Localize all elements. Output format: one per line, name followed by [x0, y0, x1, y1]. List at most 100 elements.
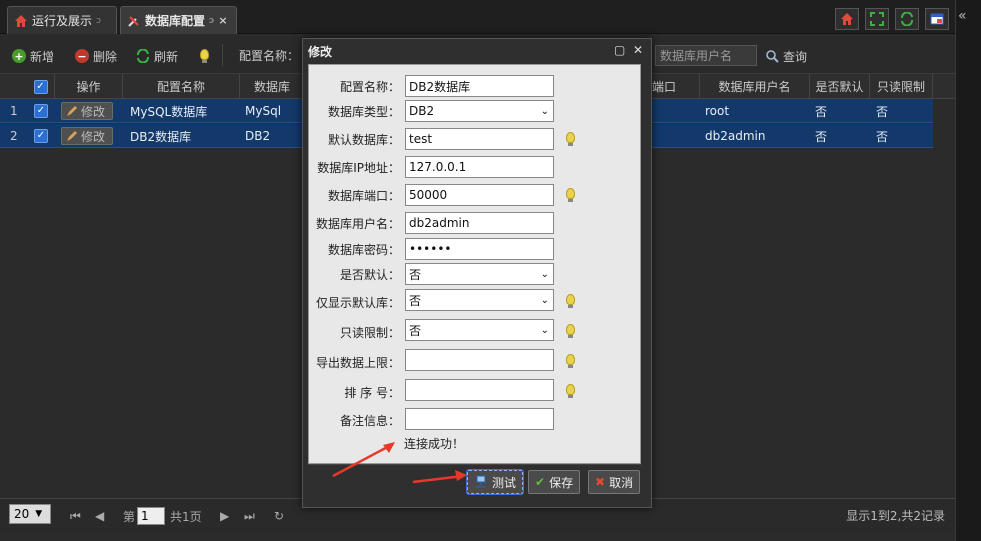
- row-checkbox[interactable]: ✓: [34, 104, 48, 118]
- edit-button[interactable]: 修改: [61, 102, 113, 120]
- default-db-input[interactable]: test: [405, 128, 554, 150]
- close-icon[interactable]: ✕: [633, 43, 643, 57]
- field-label: 排 序 号：: [344, 385, 400, 400]
- home-icon: [15, 14, 27, 27]
- maximize-icon[interactable]: ▢: [614, 43, 625, 57]
- db-user-input[interactable]: db2admin: [405, 212, 554, 234]
- cell-config-name: MySQL数据库: [130, 104, 208, 119]
- show-default-only-select[interactable]: 否 ⌄: [405, 289, 554, 311]
- refresh-label: 刷新: [154, 49, 179, 64]
- lightbulb-icon[interactable]: [566, 294, 575, 308]
- field-label: 数据库IP地址：: [317, 160, 400, 175]
- cross-icon: ✖: [595, 475, 606, 489]
- refresh-list-button[interactable]: 刷新: [136, 46, 178, 66]
- field-label: 备注信息：: [339, 413, 400, 428]
- db-password-input[interactable]: ••••••: [405, 238, 554, 260]
- delete-button[interactable]: − 删除: [75, 46, 117, 66]
- row-checkbox[interactable]: ✓: [34, 129, 48, 143]
- config-name-input[interactable]: DB2数据库: [405, 75, 554, 97]
- show-default-only-value: 否: [409, 293, 422, 308]
- row-number: 2: [10, 129, 18, 143]
- header-readonly[interactable]: 只读限制: [870, 74, 933, 99]
- lightbulb-icon[interactable]: [566, 132, 575, 146]
- edit-label: 修改: [81, 104, 106, 119]
- edit-button[interactable]: 修改: [61, 127, 113, 145]
- fullscreen-button[interactable]: [865, 8, 889, 30]
- page-number-input[interactable]: 1: [137, 507, 166, 525]
- cancel-button[interactable]: ✖ 取消: [588, 470, 641, 494]
- header-port[interactable]: 端口: [650, 74, 700, 99]
- is-default-select[interactable]: 否 ⌄: [405, 263, 554, 285]
- records-summary: 显示1到2,共2记录: [846, 509, 945, 523]
- reload-icon[interactable]: ↻: [274, 506, 284, 526]
- pin-icon[interactable]: ↄ: [96, 16, 101, 26]
- dialog-title[interactable]: 修改: [302, 38, 652, 64]
- query-button[interactable]: 查询: [766, 46, 807, 66]
- tab-db-config[interactable]: 数据库配置 ↄ ×: [120, 6, 237, 34]
- select-all-cell[interactable]: ✓: [27, 74, 55, 99]
- field-label: 只读限制：: [339, 325, 400, 340]
- cell-db-user: db2admin: [705, 129, 766, 143]
- add-button[interactable]: + 新增: [12, 46, 54, 66]
- cell-is-default: 否: [815, 129, 828, 144]
- close-icon[interactable]: ×: [218, 14, 227, 27]
- lightbulb-icon[interactable]: [566, 324, 575, 338]
- header-config-name[interactable]: 配置名称: [123, 74, 240, 99]
- test-label: 测试: [492, 475, 517, 490]
- cell-db-type: MySql: [245, 104, 282, 118]
- delete-label: 删除: [93, 49, 118, 64]
- first-page-icon[interactable]: ⏮: [70, 506, 81, 526]
- network-icon: [476, 475, 486, 488]
- page-total: 共1页: [170, 509, 202, 524]
- tab-run-display[interactable]: 运行及展示 ↄ: [7, 6, 117, 34]
- db-type-select[interactable]: DB2 ⌄: [405, 100, 554, 122]
- remarks-input[interactable]: [405, 408, 554, 430]
- db-user-search-input[interactable]: 数据库用户名: [655, 45, 757, 66]
- next-page-icon[interactable]: ▶: [220, 506, 229, 526]
- row-checkbox-cell[interactable]: ✓: [34, 124, 48, 148]
- chevron-down-icon: ⌄: [540, 105, 549, 117]
- prev-page-icon[interactable]: ◀: [95, 506, 104, 526]
- db-port-input[interactable]: 50000: [405, 184, 554, 206]
- export-limit-input[interactable]: [405, 349, 554, 371]
- test-button[interactable]: 测试: [465, 469, 525, 495]
- header-db-user[interactable]: 数据库用户名: [700, 74, 810, 99]
- field-label: 是否默认：: [339, 267, 400, 282]
- sort-order-input[interactable]: [405, 379, 554, 401]
- select-all-checkbox[interactable]: ✓: [33, 79, 48, 94]
- tools-icon: [128, 15, 139, 27]
- field-label: 数据库用户名：: [315, 216, 400, 231]
- hint-button[interactable]: [200, 46, 209, 66]
- save-button[interactable]: ✔ 保存: [528, 470, 581, 494]
- row-checkbox-cell[interactable]: ✓: [34, 99, 48, 123]
- page-size-select[interactable]: 20 ▼: [9, 504, 51, 524]
- side-strip: [955, 0, 981, 541]
- lightbulb-icon[interactable]: [566, 188, 575, 202]
- tab-label: 运行及展示: [32, 14, 93, 28]
- lightbulb-icon[interactable]: [566, 354, 575, 368]
- window-button[interactable]: [925, 8, 949, 30]
- field-label: 配置名称：: [339, 79, 400, 94]
- cell-readonly: 否: [876, 104, 889, 119]
- minus-icon: −: [75, 49, 89, 63]
- add-label: 新增: [30, 49, 55, 64]
- cell-db-user: root: [705, 104, 730, 118]
- is-default-value: 否: [409, 267, 422, 282]
- last-page-icon[interactable]: ⏭: [244, 506, 255, 526]
- db-ip-input[interactable]: 127.0.0.1: [405, 156, 554, 178]
- config-name-label: 配置名称：: [239, 49, 300, 63]
- chevron-down-icon: ⌄: [540, 324, 549, 336]
- chevron-down-icon: ⌄: [540, 268, 549, 280]
- pin-icon[interactable]: ↄ: [209, 16, 214, 26]
- lightbulb-icon[interactable]: [566, 384, 575, 398]
- refresh-button[interactable]: [895, 8, 919, 30]
- header-is-default[interactable]: 是否默认: [810, 74, 870, 99]
- chevron-down-icon: ▼: [35, 509, 43, 519]
- home-button[interactable]: [835, 8, 859, 30]
- header-db-type[interactable]: 数据库: [240, 74, 305, 99]
- field-label: 数据库类型：: [327, 104, 400, 119]
- lightbulb-icon: [200, 49, 209, 63]
- db-type-value: DB2: [409, 104, 435, 118]
- readonly-select[interactable]: 否 ⌄: [405, 319, 554, 341]
- collapse-icon[interactable]: «: [958, 8, 967, 24]
